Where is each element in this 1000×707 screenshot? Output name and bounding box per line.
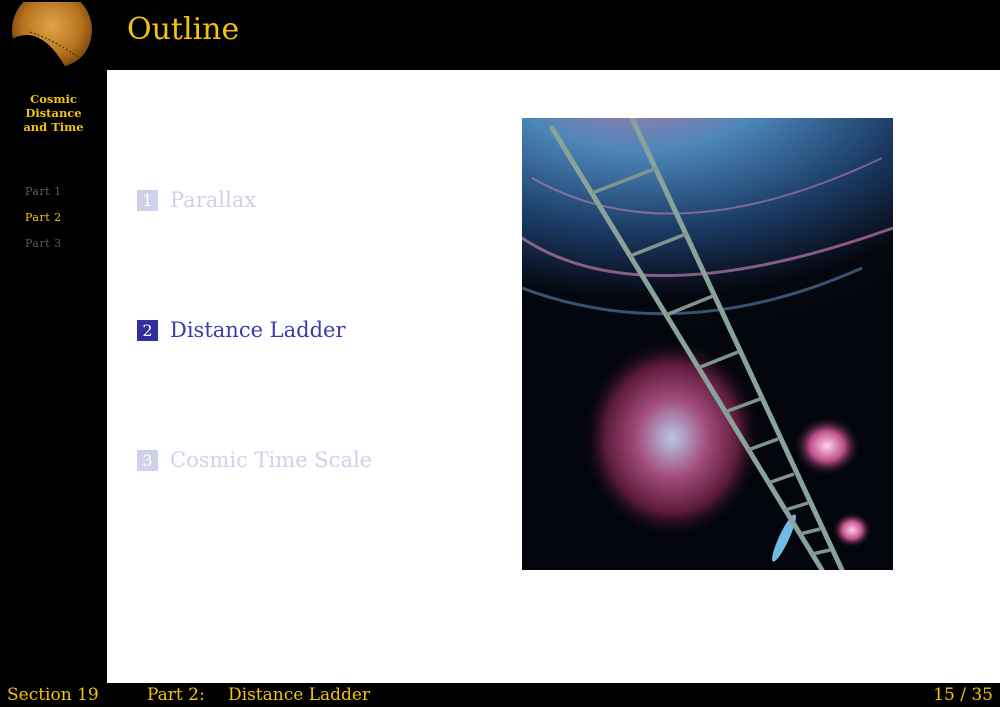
footer-part-title: Distance Ladder [228, 685, 371, 705]
solar-eclipse-logo [10, 2, 95, 68]
outline-item-cosmic-time-scale[interactable]: 3 Cosmic Time Scale [137, 448, 372, 472]
sidebar-item-part-3[interactable]: Part 3 [25, 231, 62, 257]
deck-title: Cosmic Distance and Time [0, 92, 107, 134]
slide-content: 1 Parallax 2 Distance Ladder 3 Cosmic Ti… [107, 28, 1000, 683]
outline-item-distance-ladder[interactable]: 2 Distance Ladder [137, 318, 346, 342]
footer-section: Section 19 [7, 685, 99, 705]
deck-title-line: Cosmic [30, 92, 77, 106]
page-title: Outline [127, 12, 240, 47]
outline-label: Distance Ladder [170, 318, 346, 342]
footer-part: Part 2: [147, 685, 205, 705]
outline-label: Parallax [170, 188, 257, 212]
sidebar: Cosmic Distance and Time Part 1 Part 2 P… [0, 0, 107, 683]
frame-header: Outline [107, 0, 1000, 70]
deck-title-line: and Time [23, 120, 84, 134]
outline-number: 2 [137, 319, 158, 341]
sidebar-nav: Part 1 Part 2 Part 3 [25, 179, 62, 257]
outline-item-parallax[interactable]: 1 Parallax [137, 188, 256, 212]
page-number: 15 / 35 [933, 685, 993, 705]
sidebar-item-part-2[interactable]: Part 2 [25, 205, 62, 231]
outline-number: 3 [137, 449, 158, 471]
deck-title-line: Distance [25, 106, 82, 120]
footer-bar: Section 19 Part 2: Distance Ladder 15 / … [0, 683, 1000, 707]
outline-number: 1 [137, 189, 158, 211]
cosmic-ladder-image [432, 28, 952, 573]
sidebar-item-part-1[interactable]: Part 1 [25, 179, 62, 205]
outline-label: Cosmic Time Scale [170, 448, 373, 472]
